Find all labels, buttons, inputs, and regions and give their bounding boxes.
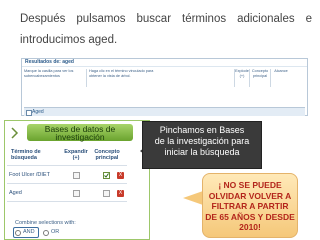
or-radio[interactable] (43, 229, 49, 236)
instruction-word: pulsamos (76, 13, 126, 25)
explode-checkbox[interactable] (73, 172, 80, 179)
warning-line: OLVIDAR VOLVER A (208, 190, 292, 201)
search-term-column-header: Término de búsqueda (11, 149, 41, 161)
instruction-text: Después pulsamos buscar términos adicion… (20, 9, 312, 50)
database-title-line-2: investigación (55, 132, 105, 142)
instruction-line-1: Después pulsamos buscar términos adicion… (20, 9, 312, 29)
database-panel-bar: Bases de datos de investigación (5, 121, 149, 143)
research-databases-button[interactable]: Bases de datos de investigación (27, 124, 133, 141)
remove-term-button[interactable]: X (117, 172, 124, 179)
combine-selections-label: Combine selections with: (15, 220, 76, 226)
checkbox-note: Marque la casilla para ver los subencabe… (24, 69, 87, 87)
explode-column-header: Explode (+) (234, 69, 249, 87)
warning-line: DE 65 AÑOS Y DESDE (205, 211, 295, 222)
tree-view-note: Haga clic en el término vinculado para o… (89, 69, 154, 78)
warning-line: 2010! (239, 222, 261, 232)
concept-checkbox[interactable] (103, 190, 110, 197)
warning-callout-pointer (183, 191, 203, 205)
results-panel-screenshot: Resultados de: aged Marque la casilla pa… (21, 58, 308, 116)
aged-term-link[interactable]: Aged (32, 109, 44, 115)
search-term-foot-ulcer[interactable]: Foot Ulcer /DIET (9, 172, 50, 178)
aged-checkbox[interactable] (26, 110, 32, 116)
remove-term-button[interactable]: X (117, 190, 124, 197)
divider (7, 183, 127, 184)
explode-column-header: Expandir (+) (64, 149, 88, 161)
results-header: Resultados de: aged (22, 59, 307, 67)
concept-checkbox[interactable] (103, 172, 110, 179)
result-row-aged[interactable]: Aged (24, 107, 305, 116)
warning-callout: ¡ NO SE PUEDE OLVIDAR VOLVER A FILTRAR A… (202, 173, 298, 238)
search-term-aged[interactable]: Aged (9, 190, 22, 196)
results-table: Marque la casilla para ver los subencabe… (24, 69, 305, 95)
divider (7, 165, 127, 166)
divider (7, 201, 127, 202)
info-callout: Pinchamos en Bases de la investigación p… (142, 121, 262, 169)
instruction-word: adicionales (237, 13, 295, 25)
instruction-word: e (305, 13, 312, 25)
chevron-right-icon (11, 127, 19, 139)
instruction-word: Después (20, 13, 66, 25)
warning-line: FILTRAR A PARTIR (211, 201, 289, 211)
warning-line: ¡ NO SE PUEDE (218, 180, 282, 190)
and-radio[interactable] (15, 229, 21, 236)
explode-checkbox[interactable] (73, 190, 80, 197)
info-callout-line: Pinchamos en Bases (159, 125, 245, 135)
instruction-line-2: introducimos aged. (20, 34, 118, 46)
info-callout-line: iniciar la búsqueda (164, 147, 240, 157)
or-option-label: OR (51, 229, 60, 235)
info-callout-line: de la investigación para (154, 136, 250, 146)
checkmark-icon (104, 173, 109, 178)
database-panel-screenshot: Bases de datos de investigación Término … (4, 120, 150, 240)
concept-column-header: Concepto principal (249, 69, 270, 87)
scope-column-header: Alcance (270, 69, 291, 87)
and-option-label: AND (23, 229, 35, 235)
concept-column-header: Concepto principal (94, 149, 120, 161)
instruction-word: buscar (136, 13, 172, 25)
instruction-word: términos (182, 13, 227, 25)
